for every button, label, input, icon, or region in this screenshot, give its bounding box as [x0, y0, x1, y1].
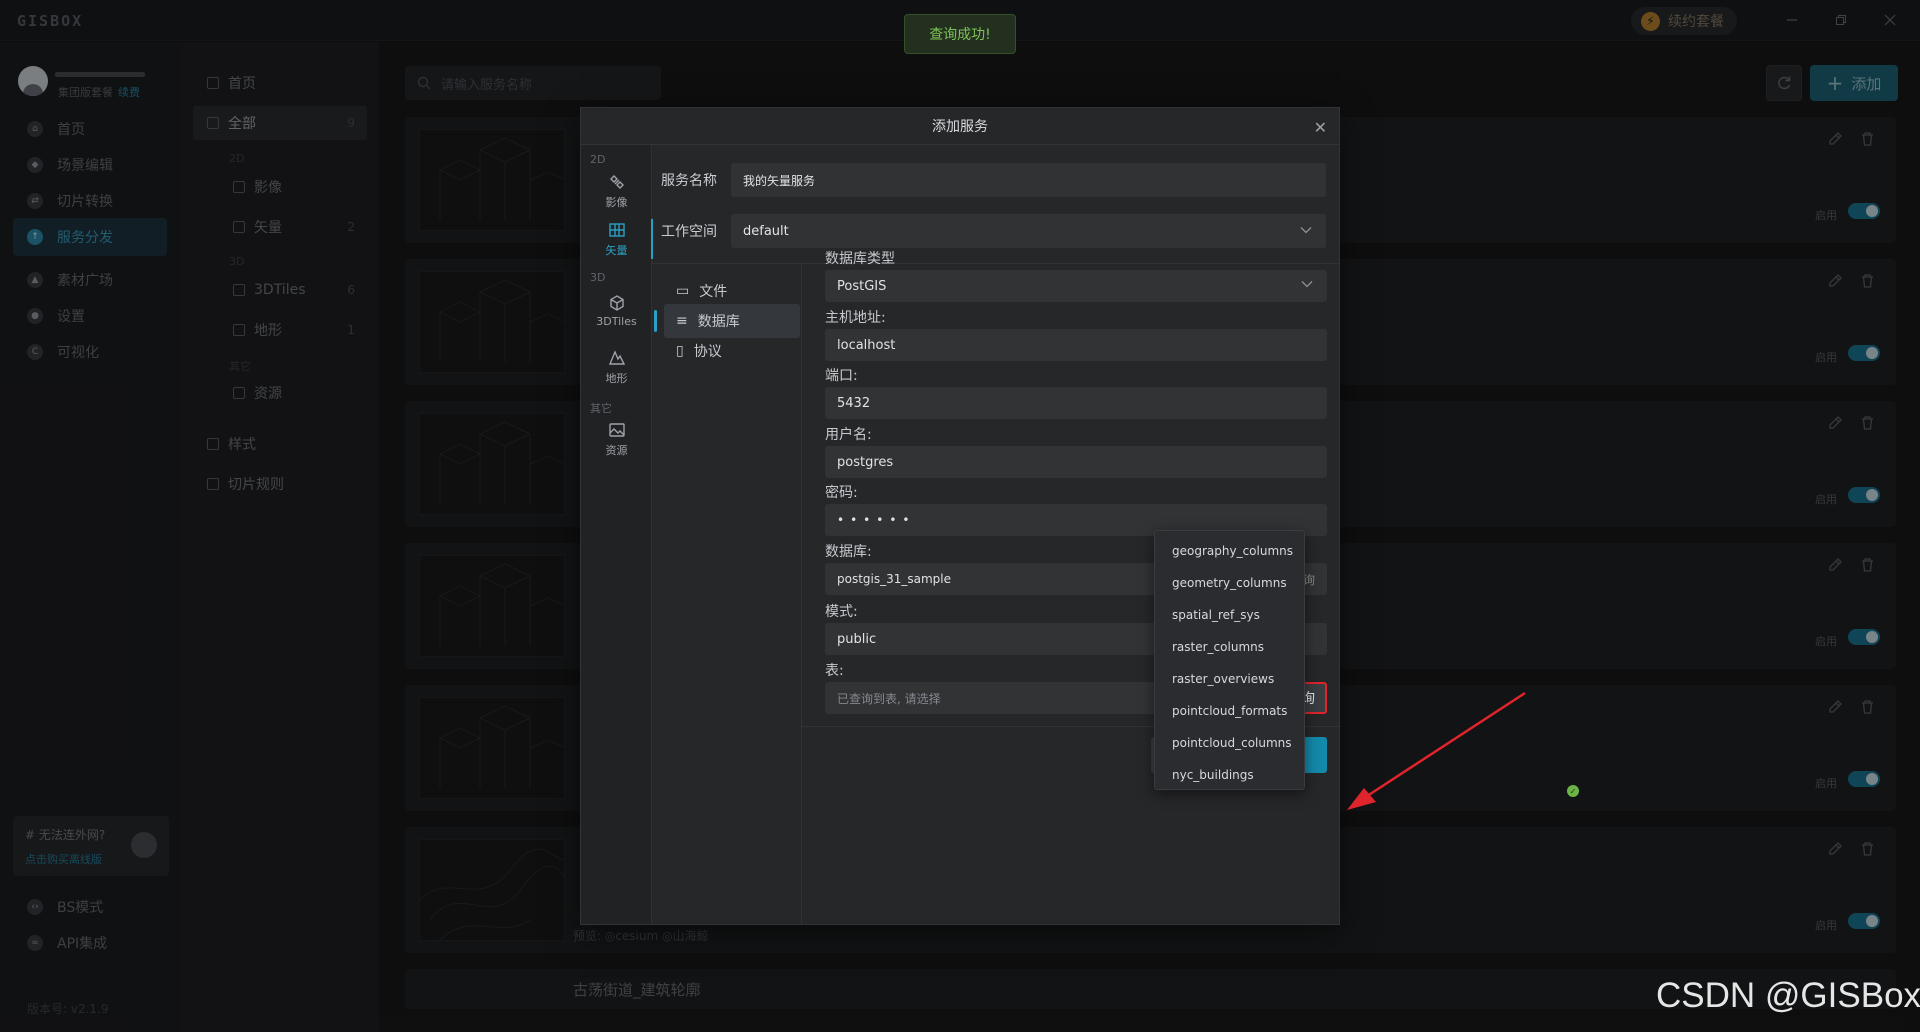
toast-message: 查询成功!	[929, 27, 991, 43]
picture-icon	[608, 422, 625, 437]
port-label: 端口:	[825, 368, 858, 384]
rail-item-terrain[interactable]: 地形	[581, 343, 652, 391]
password-label: 密码:	[825, 485, 858, 501]
check-circle-icon: ✓	[1567, 785, 1579, 797]
rail-label: 资源	[605, 443, 628, 457]
db-type-value: PostGIS	[837, 278, 887, 294]
document-icon: ▯	[676, 343, 684, 359]
host-label: 主机地址:	[825, 310, 886, 326]
rail-label: 影像	[605, 195, 628, 209]
service-name-row: 服务名称 我的矢量服务	[661, 163, 1326, 197]
folder-icon: ▭	[676, 283, 690, 299]
cube-icon	[609, 295, 624, 311]
service-name-label: 服务名称	[661, 173, 717, 189]
port-input[interactable]: 5432	[825, 387, 1327, 419]
rail-label: 3DTiles	[596, 315, 637, 328]
dropdown-option[interactable]: pointcloud_formats	[1155, 695, 1304, 727]
dropdown-option[interactable]: nyc_buildings	[1155, 759, 1304, 791]
workspace-select[interactable]: default	[731, 214, 1326, 248]
dropdown-option[interactable]: raster_columns	[1155, 631, 1304, 663]
dialog-header: 添加服务 ✕	[581, 108, 1339, 145]
db-type-label: 数据库类型	[825, 251, 895, 267]
service-type-rail: 2D 影像 矢量 3D 3DTiles 地形 其它 资源	[581, 145, 653, 924]
source-label: 数据库	[697, 314, 740, 330]
service-name-input[interactable]: 我的矢量服务	[731, 163, 1326, 197]
table-dropdown: geography_columns geometry_columns spatial…	[1154, 530, 1305, 790]
rail-item-imagery[interactable]: 影像	[581, 167, 652, 215]
rail-item-resource[interactable]: 资源	[581, 415, 652, 463]
source-protocol[interactable]: ▯ 协议	[664, 334, 800, 368]
dropdown-option[interactable]: geometry_columns	[1155, 567, 1304, 599]
rail-group-2d: 2D	[590, 153, 606, 166]
source-type-nav: ▭ 文件 ≡ 数据库 ▯ 协议	[652, 264, 802, 924]
username-input[interactable]: postgres	[825, 446, 1327, 478]
table-label: 表:	[825, 663, 844, 679]
chevron-down-icon	[1300, 227, 1312, 234]
rail-item-3dtiles[interactable]: 3DTiles	[581, 287, 652, 335]
rail-group-3d: 3D	[590, 271, 606, 284]
host-input[interactable]: localhost	[825, 329, 1327, 361]
success-toast: ✓ 查询成功!	[904, 14, 1579, 797]
mountain-icon	[608, 349, 625, 365]
database-value: postgis_31_sample	[837, 572, 952, 586]
dropdown-option[interactable]: geography_columns	[1155, 535, 1304, 567]
dropdown-option[interactable]: pointcloud_columns	[1155, 727, 1304, 759]
table-input[interactable]: 已查询到表, 请选择	[825, 682, 1188, 714]
schema-label: 模式:	[825, 604, 858, 620]
watermark: CSDN @GISBox	[1656, 976, 1920, 1015]
db-type-select[interactable]: PostGIS	[825, 270, 1327, 302]
rail-group-other: 其它	[590, 402, 612, 415]
rail-label: 地形	[605, 371, 628, 385]
database-icon: ≡	[676, 313, 688, 329]
map-icon	[608, 222, 625, 237]
database-query-button[interactable]: 询	[1303, 563, 1327, 595]
database-label: 数据库:	[825, 544, 872, 560]
source-label: 文件	[699, 284, 728, 300]
workspace-value: default	[743, 223, 789, 239]
close-icon[interactable]: ✕	[1314, 118, 1327, 137]
source-label: 协议	[693, 344, 722, 360]
workspace-label: 工作空间	[661, 224, 717, 240]
dropdown-option[interactable]: raster_overviews	[1155, 663, 1304, 695]
rail-item-vector[interactable]: 矢量	[581, 215, 653, 263]
add-service-dialog: 添加服务 ✕ 2D 影像 矢量 3D 3DTiles 地形 其它 资源 服务名称…	[580, 107, 1340, 925]
workspace-row: 工作空间 default	[661, 214, 1326, 248]
source-database[interactable]: ≡ 数据库	[654, 304, 800, 338]
source-file[interactable]: ▭ 文件	[664, 274, 800, 308]
username-label: 用户名:	[825, 427, 872, 443]
chevron-down-icon	[1301, 281, 1313, 288]
dropdown-option[interactable]: spatial_ref_sys	[1155, 599, 1304, 631]
satellite-icon	[609, 174, 624, 189]
rail-label: 矢量	[605, 243, 628, 257]
dialog-title: 添加服务	[932, 119, 988, 135]
